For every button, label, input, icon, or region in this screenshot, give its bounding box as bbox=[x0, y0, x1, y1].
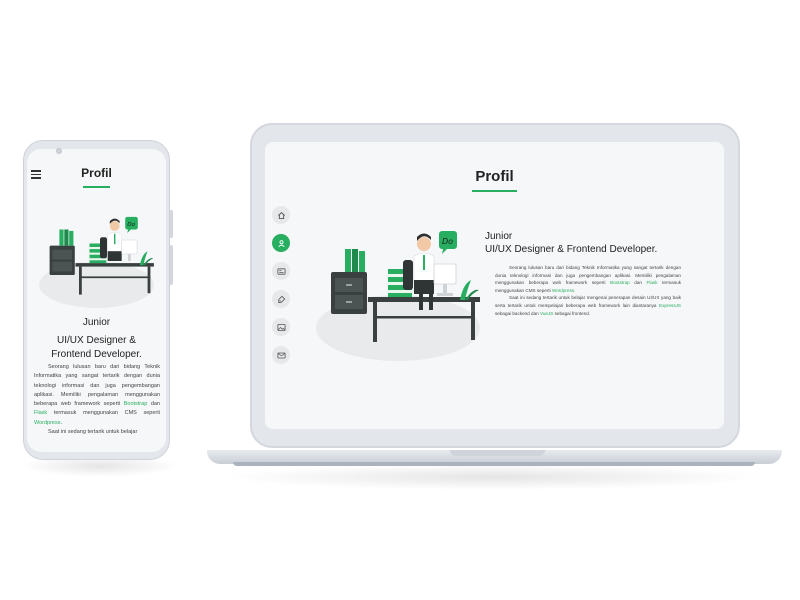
phone-screen: Profil Do Junior UI/UX Designer & Fronte… bbox=[27, 149, 166, 452]
user-icon bbox=[277, 239, 285, 247]
nav-portfolio-button[interactable] bbox=[272, 290, 290, 308]
heading-line-2: UI/UX Designer & Frontend Developer. bbox=[485, 244, 658, 255]
page-title: Profil bbox=[81, 166, 112, 180]
phone-camera bbox=[56, 148, 62, 154]
wordpress-link[interactable]: Wordpress bbox=[552, 288, 574, 293]
profile-heading: Junior UI/UX Designer & Frontend Develop… bbox=[485, 230, 705, 256]
bootstrap-link[interactable]: Bootstrap bbox=[610, 280, 630, 285]
heading-line-1: Junior bbox=[82, 317, 111, 328]
laptop-foot bbox=[233, 462, 755, 466]
expressjs-link[interactable]: ExpressJS bbox=[659, 303, 681, 308]
paragraph-2-partial: Saat ini sedang tertarik untuk belajar bbox=[48, 429, 138, 436]
heading-line-2b: Frontend Developer. bbox=[51, 349, 142, 360]
laptop-screen: Profil Do Junior UI/UX Designer & Fronte… bbox=[265, 142, 724, 429]
phone-side-button bbox=[170, 245, 173, 285]
profile-description: Seorang lulusan baru dari bidang Teknik … bbox=[495, 264, 681, 317]
page-title: Profil bbox=[475, 168, 514, 185]
svg-text:Do: Do bbox=[442, 237, 453, 246]
vuejs-link[interactable]: VueJS bbox=[540, 311, 553, 316]
nav-contact-button[interactable] bbox=[272, 346, 290, 364]
developer-illustration: Do bbox=[39, 216, 154, 308]
brush-icon bbox=[277, 295, 285, 303]
paragraph-2: Saat ini sedang tertarik untuk belajar m… bbox=[495, 295, 681, 316]
mail-icon bbox=[276, 352, 286, 358]
nav-resume-button[interactable] bbox=[272, 262, 290, 280]
flask-link[interactable]: Flask bbox=[647, 280, 658, 285]
profile-heading: Junior UI/UX Designer & Frontend Develop… bbox=[27, 316, 166, 362]
laptop-shadow bbox=[220, 464, 770, 490]
paragraph-1: Seorang lulusan baru dari bidang Teknik … bbox=[495, 265, 681, 293]
profile-description: Seorang lulusan baru dari bidang Teknik … bbox=[34, 363, 160, 437]
nav-profile-button[interactable] bbox=[272, 234, 290, 252]
id-card-icon bbox=[276, 267, 286, 275]
title-underline bbox=[472, 190, 517, 192]
bootstrap-link[interactable]: Bootstrap bbox=[124, 401, 148, 407]
home-icon bbox=[277, 211, 285, 219]
nav-gallery-button[interactable] bbox=[272, 318, 290, 336]
heading-line-2a: UI/UX Designer & bbox=[57, 335, 136, 346]
svg-text:Do: Do bbox=[127, 222, 135, 228]
flask-link[interactable]: Flask bbox=[34, 410, 47, 416]
wordpress-link[interactable]: Wordpress bbox=[34, 420, 61, 426]
heading-line-1: Junior bbox=[485, 231, 513, 242]
image-icon bbox=[276, 323, 286, 331]
developer-illustration: Do bbox=[316, 231, 480, 361]
nav-home-button[interactable] bbox=[272, 206, 290, 224]
paragraph-1: Seorang lulusan baru dari bidang Teknik … bbox=[34, 364, 160, 426]
laptop-notch bbox=[450, 450, 545, 456]
phone-side-button bbox=[170, 210, 173, 238]
title-underline bbox=[83, 186, 110, 188]
